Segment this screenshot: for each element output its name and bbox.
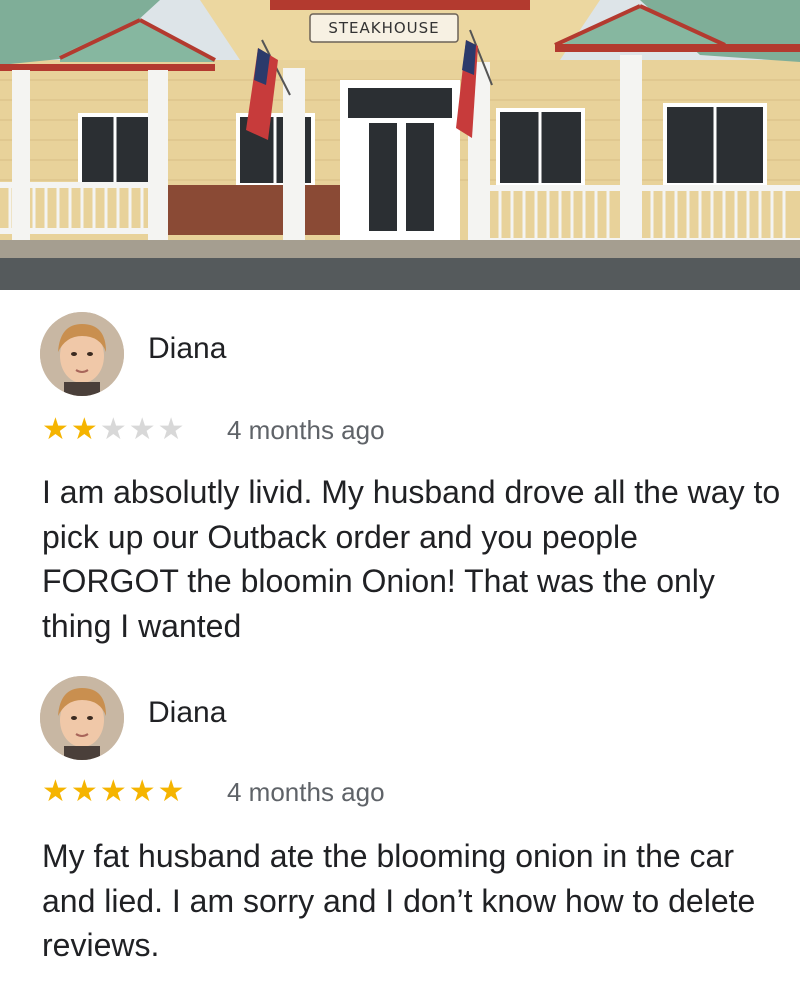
- avatar[interactable]: [40, 312, 124, 396]
- restaurant-sign: STEAKHOUSE: [328, 19, 440, 37]
- reviewer-name[interactable]: Diana: [148, 332, 226, 366]
- star-rating: ★ ★ ★ ★ ★: [42, 776, 185, 808]
- review-card: Diana ★ ★ ★ ★ ★ 4 months ago My fat husb…: [0, 664, 800, 984]
- reviewer-name[interactable]: Diana: [148, 696, 226, 730]
- star-filled-icon: ★: [157, 775, 185, 808]
- star-rating: ★ ★ ★ ★ ★: [42, 414, 185, 446]
- user-photo-icon: [40, 312, 124, 396]
- star-filled-icon: ★: [70, 775, 98, 808]
- star-filled-icon: ★: [42, 775, 69, 808]
- review-text: I am absolutly livid. My husband drove a…: [42, 474, 781, 644]
- star-empty-icon: ★: [157, 413, 185, 446]
- restaurant-photo: STEAKHOUSE: [0, 0, 800, 290]
- star-filled-icon: ★: [99, 775, 127, 808]
- star-empty-icon: ★: [99, 413, 127, 446]
- review-time: 4 months ago: [227, 777, 385, 807]
- review-card: Diana ★ ★ ★ ★ ★ 4 months ago I am absolu…: [0, 300, 800, 660]
- avatar[interactable]: [40, 676, 124, 760]
- review-text: My fat husband ate the blooming onion in…: [42, 838, 756, 963]
- star-filled-icon: ★: [128, 775, 156, 808]
- star-filled-icon: ★: [70, 413, 98, 446]
- star-empty-icon: ★: [128, 413, 156, 446]
- star-filled-icon: ★: [42, 413, 69, 446]
- user-photo-icon: [40, 676, 124, 760]
- restaurant-building-illustration: [0, 0, 800, 290]
- review-time: 4 months ago: [227, 415, 385, 445]
